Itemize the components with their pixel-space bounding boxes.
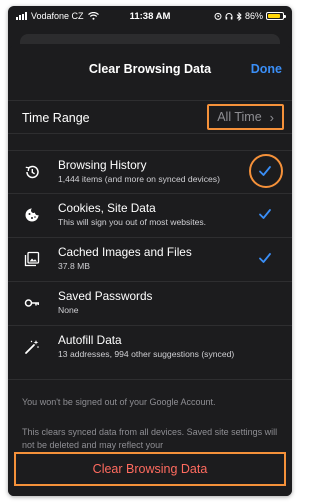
time-range-selector[interactable]: All Time ›: [207, 104, 284, 130]
item-subtitle: 37.8 MB: [58, 261, 91, 271]
item-title: Cookies, Site Data: [58, 201, 156, 215]
clear-browsing-data-sheet: Clear Browsing Data Done Time Range All …: [8, 44, 292, 496]
battery-icon: [266, 12, 286, 20]
item-subtitle: 1,444 items (and more on synced devices): [58, 174, 220, 184]
battery-percent: 86%: [244, 11, 263, 21]
data-type-list: Browsing History 1,444 items (and more o…: [8, 150, 292, 380]
page-title: Clear Browsing Data: [88, 62, 212, 76]
time-range-row[interactable]: Time Range All Time ›: [8, 100, 292, 134]
checkmark-icon[interactable]: [258, 251, 272, 265]
time-range-value: All Time: [217, 110, 262, 124]
item-title: Browsing History: [58, 158, 147, 172]
image-icon: [24, 251, 40, 267]
clear-browsing-data-button[interactable]: Clear Browsing Data: [14, 452, 286, 486]
list-item-browsing-history[interactable]: Browsing History 1,444 items (and more o…: [8, 150, 292, 194]
alarm-icon: [214, 12, 222, 20]
battery-cap: [284, 15, 286, 18]
status-bar: Vodafone CZ 11:38 AM 86%: [8, 6, 292, 28]
list-item-cached-images[interactable]: Cached Images and Files 37.8 MB: [8, 238, 292, 282]
done-button[interactable]: Done: [251, 62, 282, 76]
list-item-autofill-data[interactable]: Autofill Data 13 addresses, 994 other su…: [8, 326, 292, 380]
time-range-label: Time Range: [22, 111, 90, 125]
item-title: Autofill Data: [58, 333, 122, 347]
headphones-icon: [225, 13, 233, 20]
account-note: You won't be signed out of your Google A…: [22, 397, 216, 407]
phone-screen: Vodafone CZ 11:38 AM 86% Clear Browsing …: [8, 6, 292, 496]
checkmark-icon[interactable]: [258, 207, 272, 221]
status-right: 86%: [214, 11, 286, 21]
item-title: Cached Images and Files: [58, 245, 192, 259]
list-item-cookies[interactable]: Cookies, Site Data This will sign you ou…: [8, 194, 292, 238]
item-title: Saved Passwords: [58, 289, 153, 303]
cookie-icon: [25, 208, 39, 222]
list-item-saved-passwords[interactable]: Saved Passwords None: [8, 282, 292, 326]
chevron-right-icon: ›: [269, 109, 274, 125]
bluetooth-icon: [236, 11, 242, 21]
magic-wand-icon: [25, 340, 39, 354]
item-subtitle: None: [58, 305, 79, 315]
key-icon: [24, 299, 39, 307]
checkmark-icon[interactable]: [258, 164, 272, 178]
item-subtitle: This will sign you out of most websites.: [58, 217, 207, 227]
battery-level: [268, 14, 280, 18]
item-subtitle: 13 addresses, 994 other suggestions (syn…: [58, 349, 235, 359]
history-icon: [25, 165, 39, 179]
nav-bar: Clear Browsing Data Done: [8, 44, 292, 94]
synced-note: This clears synced data from all devices…: [22, 427, 278, 450]
